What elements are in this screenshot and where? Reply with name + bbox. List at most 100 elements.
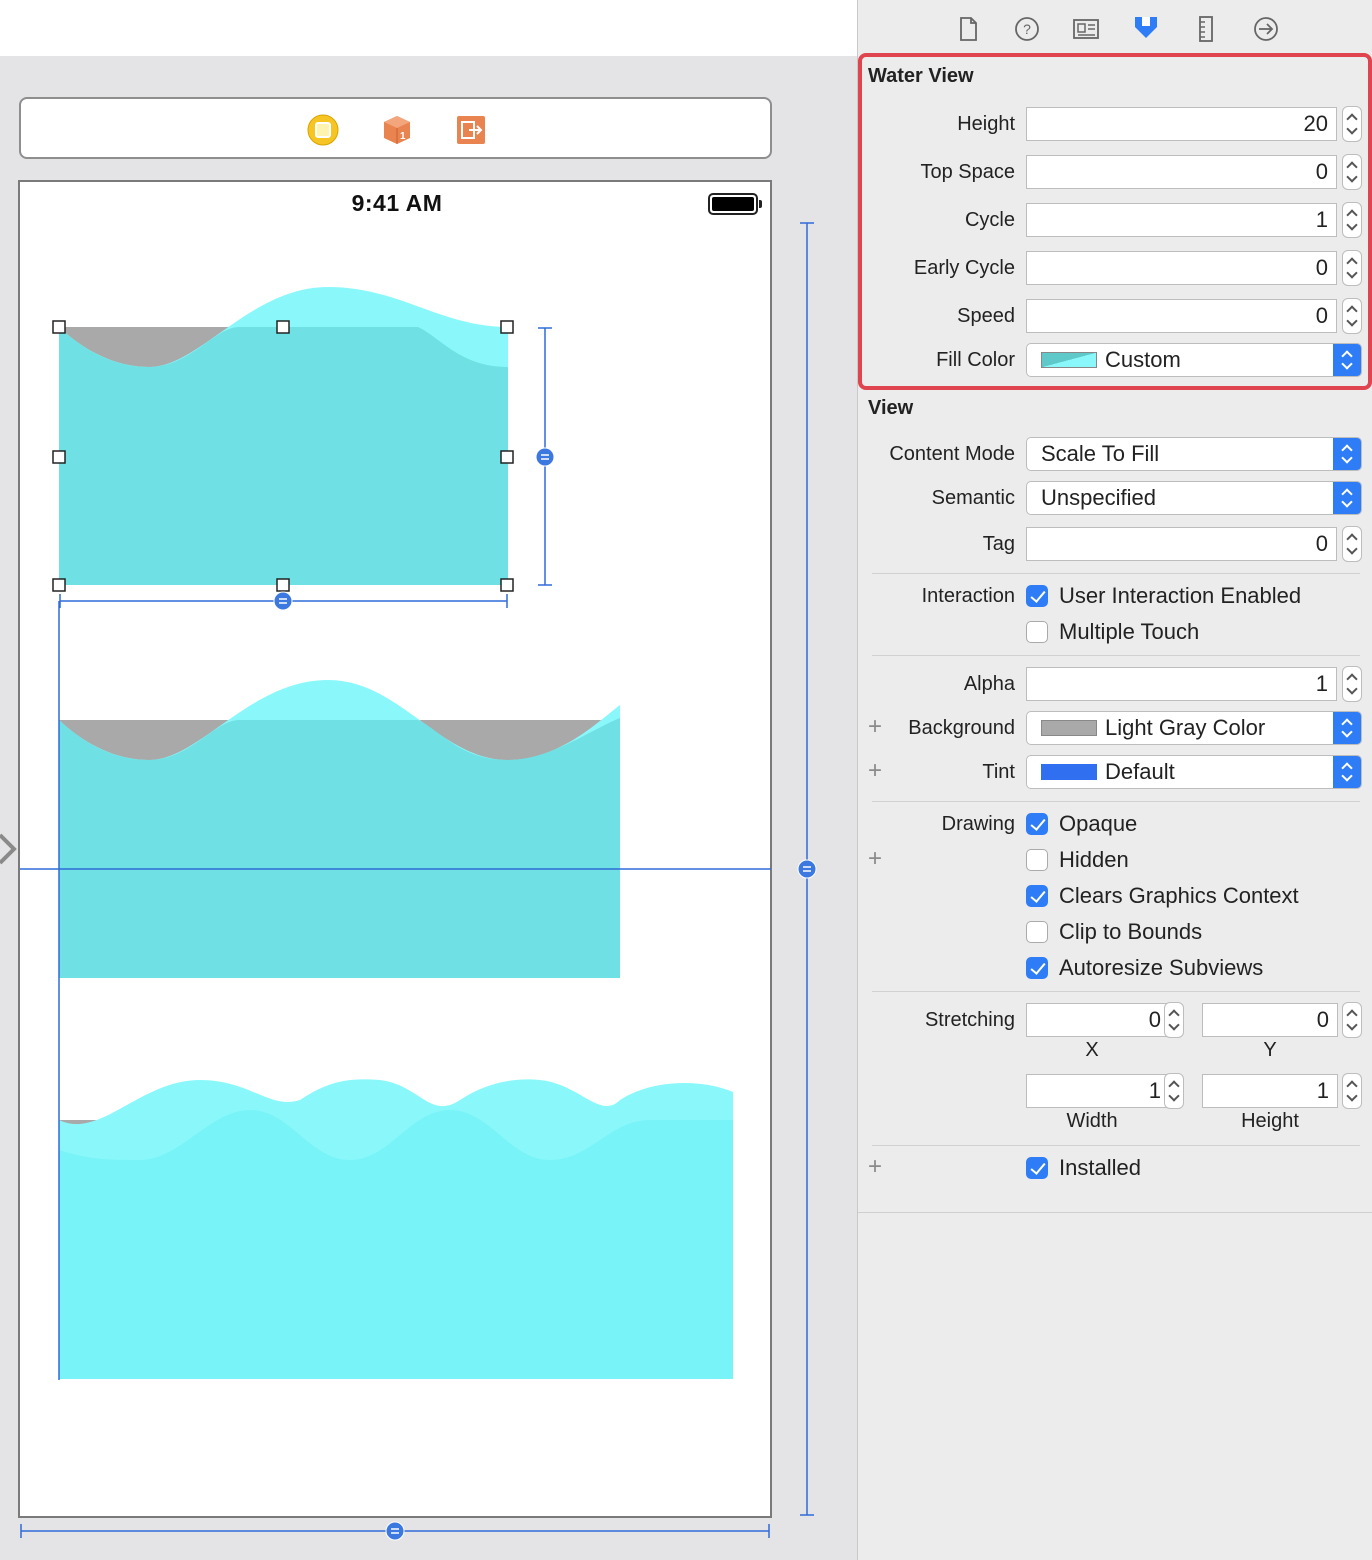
installed-checkbox[interactable] xyxy=(1026,1157,1048,1179)
speed-stepper[interactable] xyxy=(1342,298,1362,334)
alpha-label: Alpha xyxy=(963,673,1015,695)
popup-arrows-icon xyxy=(1333,482,1361,514)
attributes-inspector: ? Water View Height 20 Top Space 0 Cycle… xyxy=(857,0,1372,1560)
attributes-inspector-icon[interactable] xyxy=(1131,14,1161,44)
background-value: Light Gray Color xyxy=(1105,715,1266,740)
top-space-field[interactable]: 0 xyxy=(1026,155,1337,189)
tint-plus-icon[interactable]: + xyxy=(868,759,882,783)
container-width-constraint[interactable] xyxy=(20,1521,770,1541)
cycle-label: Cycle xyxy=(964,209,1015,231)
content-mode-label: Content Mode xyxy=(889,443,1015,465)
top-space-label: Top Space xyxy=(920,161,1015,183)
installed-label: Installed xyxy=(1059,1155,1141,1180)
fill-color-popup[interactable]: Custom xyxy=(1026,343,1362,377)
storyboard-canvas[interactable]: 1 9:41 AM xyxy=(0,0,857,1560)
stretching-width-stepper[interactable] xyxy=(1164,1073,1184,1109)
divider xyxy=(872,801,1360,802)
user-interaction-checkbox[interactable] xyxy=(1026,585,1048,607)
divider xyxy=(872,1145,1360,1146)
fill-color-label: Fill Color xyxy=(936,349,1015,371)
connections-inspector-icon[interactable] xyxy=(1251,14,1281,44)
stretching-width-field[interactable]: 1 xyxy=(1026,1074,1170,1108)
stretching-label: Stretching xyxy=(924,1009,1015,1031)
alpha-stepper[interactable] xyxy=(1342,666,1362,702)
tint-value: Default xyxy=(1105,759,1175,784)
semantic-popup[interactable]: Unspecified xyxy=(1026,481,1362,515)
height-field[interactable]: 20 xyxy=(1026,107,1337,141)
quick-help-icon[interactable]: ? xyxy=(1012,14,1042,44)
inspector-tab-bar: ? xyxy=(858,0,1372,56)
stretching-x-stepper[interactable] xyxy=(1164,1002,1184,1038)
background-plus-icon[interactable]: + xyxy=(868,715,882,739)
water-view-section-title: Water View xyxy=(868,65,974,87)
background-popup[interactable]: Light Gray Color xyxy=(1026,711,1362,745)
installed-plus-icon[interactable]: + xyxy=(868,1155,882,1179)
semantic-label: Semantic xyxy=(931,487,1015,509)
user-interaction-label: User Interaction Enabled xyxy=(1059,583,1302,608)
popup-arrows-icon xyxy=(1333,712,1361,744)
autoresize-subviews-label: Autoresize Subviews xyxy=(1059,955,1264,980)
height-constraint[interactable] xyxy=(535,327,555,586)
tag-label: Tag xyxy=(982,533,1015,555)
height-label: Height xyxy=(957,113,1015,135)
identity-inspector-icon[interactable] xyxy=(1071,14,1101,44)
opaque-checkbox[interactable] xyxy=(1026,813,1048,835)
cycle-field[interactable]: 1 xyxy=(1026,203,1337,237)
early-cycle-field[interactable]: 0 xyxy=(1026,251,1337,285)
clip-to-bounds-label: Clip to Bounds xyxy=(1059,919,1203,944)
multiple-touch-label: Multiple Touch xyxy=(1059,619,1200,644)
opaque-label: Opaque xyxy=(1059,811,1138,836)
interaction-label: Interaction xyxy=(921,585,1015,607)
speed-label: Speed xyxy=(957,305,1015,327)
top-space-stepper[interactable] xyxy=(1342,154,1362,190)
multiple-touch-checkbox[interactable] xyxy=(1026,621,1048,643)
divider xyxy=(872,573,1360,574)
content-mode-value: Scale To Fill xyxy=(1041,441,1160,466)
tag-field[interactable]: 0 xyxy=(1026,527,1337,561)
tint-swatch xyxy=(1041,764,1097,780)
drawing-plus-icon[interactable]: + xyxy=(868,847,882,871)
container-height-constraint[interactable] xyxy=(797,222,817,1516)
fill-color-swatch xyxy=(1041,352,1097,368)
bottom-separator xyxy=(858,1212,1372,1213)
stretching-y-stepper[interactable] xyxy=(1342,1002,1362,1038)
drawing-label: Drawing xyxy=(941,813,1015,835)
popup-arrows-icon xyxy=(1333,438,1361,470)
water-view-2[interactable] xyxy=(59,680,620,978)
stretching-width-caption: Width xyxy=(1066,1110,1118,1132)
height-stepper[interactable] xyxy=(1342,106,1362,142)
alpha-field[interactable]: 1 xyxy=(1026,667,1337,701)
clears-graphics-context-label: Clears Graphics Context xyxy=(1059,883,1299,908)
divider xyxy=(872,991,1360,992)
content-mode-popup[interactable]: Scale To Fill xyxy=(1026,437,1362,471)
stretching-height-field[interactable]: 1 xyxy=(1202,1074,1338,1108)
view-section-title: View xyxy=(868,397,914,419)
speed-field[interactable]: 0 xyxy=(1026,299,1337,333)
svg-text:?: ? xyxy=(1023,21,1031,37)
width-constraint[interactable] xyxy=(59,591,508,611)
stretching-height-stepper[interactable] xyxy=(1342,1073,1362,1109)
semantic-value: Unspecified xyxy=(1041,485,1156,510)
popup-arrows-icon xyxy=(1333,756,1361,788)
water-view-3[interactable] xyxy=(59,1079,733,1379)
clears-graphics-context-checkbox[interactable] xyxy=(1026,885,1048,907)
clip-to-bounds-checkbox[interactable] xyxy=(1026,921,1048,943)
stretching-x-caption: X xyxy=(1085,1039,1099,1061)
entry-point-arrow-icon[interactable] xyxy=(0,833,18,865)
autoresize-subviews-checkbox[interactable] xyxy=(1026,957,1048,979)
file-inspector-icon[interactable] xyxy=(953,14,983,44)
size-inspector-icon[interactable] xyxy=(1191,14,1221,44)
popup-arrows-icon xyxy=(1333,344,1361,376)
fill-color-value: Custom xyxy=(1105,347,1181,372)
hidden-label: Hidden xyxy=(1059,847,1129,872)
tag-stepper[interactable] xyxy=(1342,526,1362,562)
divider xyxy=(872,655,1360,656)
stretching-x-field[interactable]: 0 xyxy=(1026,1003,1170,1037)
early-cycle-stepper[interactable] xyxy=(1342,250,1362,286)
cycle-stepper[interactable] xyxy=(1342,202,1362,238)
tint-label: Tint xyxy=(982,761,1015,783)
hidden-checkbox[interactable] xyxy=(1026,849,1048,871)
tint-popup[interactable]: Default xyxy=(1026,755,1362,789)
stretching-y-field[interactable]: 0 xyxy=(1202,1003,1338,1037)
stretching-y-caption: Y xyxy=(1263,1039,1277,1061)
